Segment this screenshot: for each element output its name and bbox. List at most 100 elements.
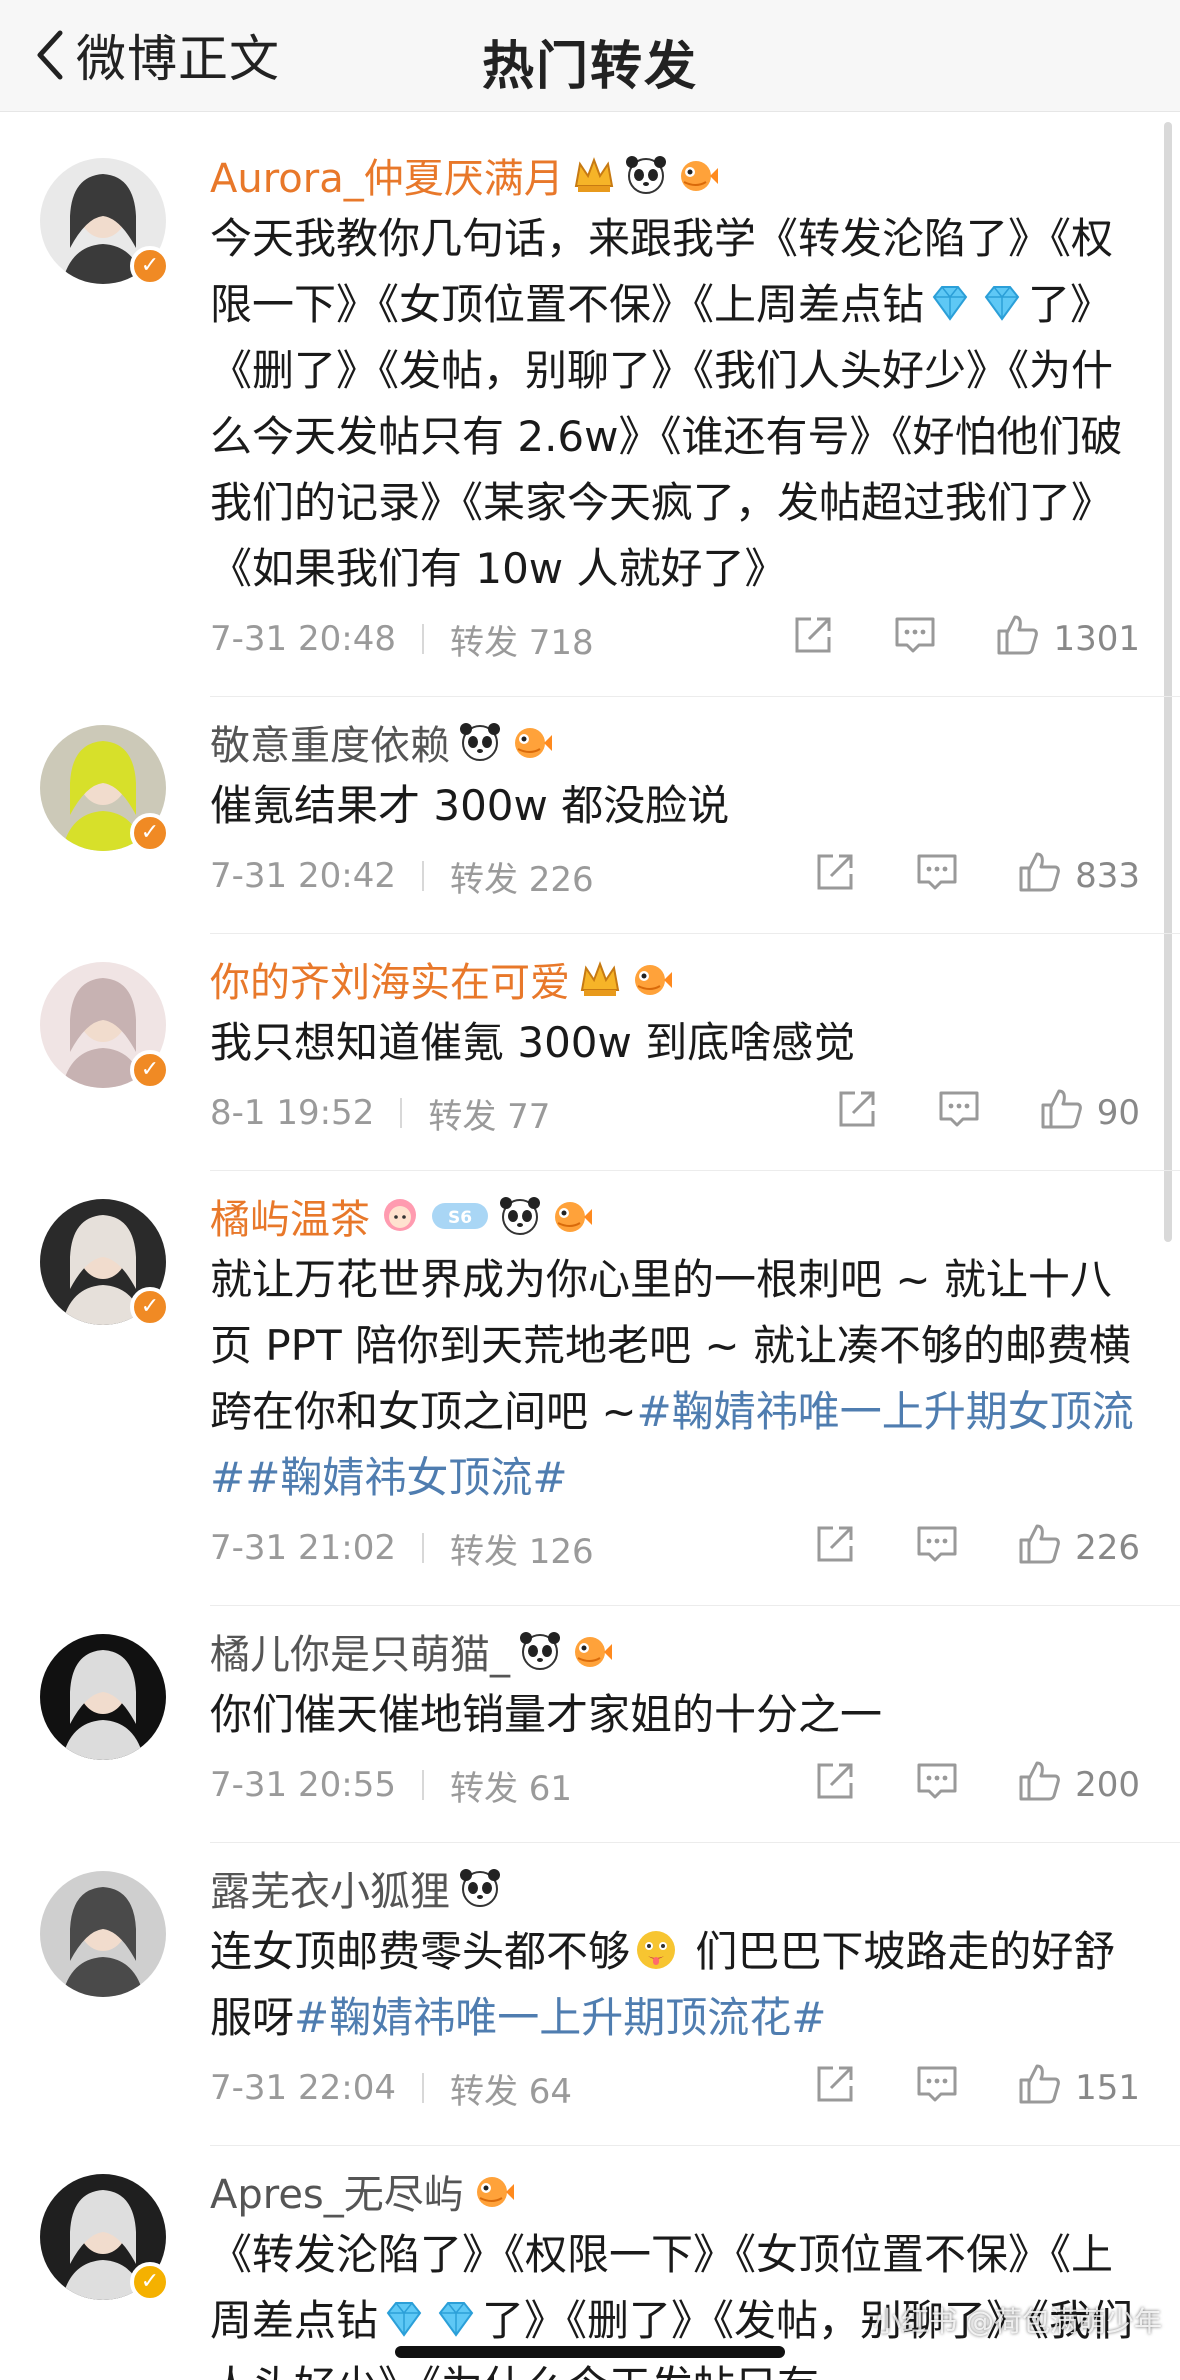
share-button[interactable]: [813, 850, 857, 903]
share-icon: [813, 1522, 857, 1575]
username-row: Apres_无尽屿: [210, 2160, 1140, 2222]
share-icon: [813, 850, 857, 903]
comment-meta: 7-31 22:04 转发 64 151: [210, 2057, 1140, 2119]
avatar[interactable]: [40, 1871, 166, 1997]
thumbs-up-icon: [995, 613, 1039, 666]
comment-text: 催氪结果才 300w 都没脸说: [210, 773, 1140, 839]
like-button[interactable]: 151: [1017, 2062, 1140, 2115]
verified-badge-icon: ✓: [130, 813, 170, 853]
comment-text: 连女顶邮费零头都不够 们巴巴下坡路走的好舒服呀#鞠婧祎唯一上升期顶流花#: [210, 1919, 1140, 2051]
avatar[interactable]: ✓: [40, 2174, 170, 2302]
top-nav-bar: 微博正文 热门转发: [0, 0, 1180, 112]
panda-icon: [624, 154, 668, 196]
pufferfish-icon: [472, 2170, 516, 2212]
action-bar: 833: [755, 850, 1140, 903]
username-row: 你的齐刘海实在可爱: [210, 948, 1140, 1010]
panda-icon: [458, 721, 502, 763]
username-row: 露芜衣小狐狸: [210, 1857, 1140, 1919]
watermark: 小红书 @荷包满萌少年: [873, 2305, 1162, 2338]
divider: [421, 1533, 424, 1563]
share-icon: [835, 1087, 879, 1140]
timestamp: 7-31 21:02: [210, 1528, 396, 1568]
avatar[interactable]: [40, 1634, 166, 1760]
comment-button[interactable]: [915, 1759, 959, 1812]
divider: [421, 1770, 424, 1800]
username[interactable]: 敬意重度依赖: [210, 713, 450, 771]
share-button[interactable]: [813, 2062, 857, 2115]
avatar[interactable]: ✓: [40, 158, 170, 286]
like-count: 1301: [1053, 619, 1140, 659]
username-row: 橘屿温茶 S6: [210, 1185, 1140, 1247]
action-bar: 151: [755, 2062, 1140, 2115]
share-button[interactable]: [813, 1759, 857, 1812]
comment-meta: 8-1 19:52 转发 77 90: [210, 1082, 1140, 1144]
like-count: 833: [1075, 856, 1140, 896]
comment-item[interactable]: 橘儿你是只萌猫_ 你们催天催地销量才家姐的十分之一 7-31 20:55 转发 61 2…: [40, 1620, 1180, 1843]
comment-item[interactable]: ✓ 敬意重度依赖 催氪结果才 300w 都没脸说 7-31 20:42 转发 226 83…: [40, 711, 1180, 934]
hashtag-link[interactable]: #鞠婧祎唯一上升期顶流花#: [294, 1993, 826, 2042]
share-icon: [791, 613, 835, 666]
text-segment: 连女顶邮费零头都不够: [210, 1927, 631, 1976]
thumbs-up-icon: [1017, 850, 1061, 903]
share-button[interactable]: [813, 1522, 857, 1575]
comment-text: 你们催天催地销量才家姐的十分之一: [210, 1682, 1140, 1748]
divider: [421, 624, 424, 654]
like-count: 200: [1075, 1765, 1140, 1805]
avatar[interactable]: ✓: [40, 1199, 170, 1327]
share-button[interactable]: [835, 1087, 879, 1140]
timestamp: 7-31 20:42: [210, 856, 396, 896]
comment-meta: 7-31 20:42 转发 226 833: [210, 845, 1140, 907]
forward-count: 转发 126: [449, 1531, 594, 1572]
like-button[interactable]: 200: [1017, 1759, 1140, 1812]
page-title: 热门转发: [481, 37, 698, 97]
thumbs-up-icon: [1017, 1759, 1061, 1812]
timestamp: 7-31 22:04: [210, 2068, 396, 2108]
like-button[interactable]: 226: [1017, 1522, 1140, 1575]
share-button[interactable]: [791, 613, 835, 666]
thumbs-up-icon: [1017, 2062, 1061, 2115]
username-row: 橘儿你是只萌猫_: [210, 1620, 1140, 1682]
pufferfish-icon: [570, 1630, 614, 1672]
comment-item[interactable]: ✓ Aurora_仲夏厌满月 今天我教你几句话，来跟我学《转发沦陷了》《权限一下》《…: [40, 144, 1180, 697]
comment-button[interactable]: [893, 613, 937, 666]
comment-button[interactable]: [915, 850, 959, 903]
svg-text:S6: S6: [448, 1208, 472, 1228]
crown-icon: [578, 958, 622, 1000]
username[interactable]: 橘屿温茶: [210, 1187, 370, 1245]
action-bar: 90: [777, 1087, 1140, 1140]
text-segment: 你们催天催地销量才家姐的十分之一: [210, 1690, 883, 1739]
avatar[interactable]: ✓: [40, 725, 170, 853]
username[interactable]: 橘儿你是只萌猫_: [210, 1622, 510, 1680]
verified-badge-icon: ✓: [130, 2262, 170, 2302]
username[interactable]: 露芜衣小狐狸: [210, 1859, 450, 1917]
comment-item[interactable]: ✓ 橘屿温茶 S6 就让万花世界成为你心里的一根刺吧 ~ 就让十八页 PPT 陪你到天…: [40, 1185, 1180, 1606]
comment-text: 我只想知道催氪 300w 到底啥感觉: [210, 1010, 1140, 1076]
like-button[interactable]: 833: [1017, 850, 1140, 903]
home-indicator[interactable]: [395, 2346, 785, 2358]
comment-list: ✓ Aurora_仲夏厌满月 今天我教你几句话，来跟我学《转发沦陷了》《权限一下》《…: [0, 130, 1180, 2380]
pufferfish-icon: [550, 1195, 594, 1237]
share-icon: [813, 1759, 857, 1812]
comment-icon: [915, 1759, 959, 1812]
text-segment: 我只想知道催氪 300w 到底啥感觉: [210, 1018, 856, 1067]
like-count: 151: [1075, 2068, 1140, 2108]
girl-icon: [378, 1195, 422, 1237]
panda-icon: [518, 1630, 562, 1672]
username[interactable]: 你的齐刘海实在可爱: [210, 950, 570, 1008]
divider: [421, 861, 424, 891]
username[interactable]: Aurora_仲夏厌满月: [210, 146, 564, 204]
avatar[interactable]: ✓: [40, 962, 170, 1090]
comment-icon: [893, 613, 937, 666]
like-count: 90: [1096, 1093, 1140, 1133]
like-button[interactable]: 1301: [995, 613, 1140, 666]
like-button[interactable]: 90: [1039, 1087, 1140, 1140]
comment-item[interactable]: ✓ 你的齐刘海实在可爱我只想知道催氪 300w 到底啥感觉 8-1 19:52 转发 …: [40, 948, 1180, 1171]
comment-button[interactable]: [915, 2062, 959, 2115]
hashtag-link[interactable]: #鞠婧祎女顶流#: [245, 1453, 567, 1502]
comment-icon: [915, 850, 959, 903]
username[interactable]: Apres_无尽屿: [210, 2162, 464, 2220]
pufferfish-icon: [510, 721, 554, 763]
comment-button[interactable]: [915, 1522, 959, 1575]
comment-button[interactable]: [937, 1087, 981, 1140]
comment-item[interactable]: 露芜衣小狐狸 连女顶邮费零头都不够 们巴巴下坡路走的好舒服呀#鞠婧祎唯一上升期顶流…: [40, 1857, 1180, 2146]
